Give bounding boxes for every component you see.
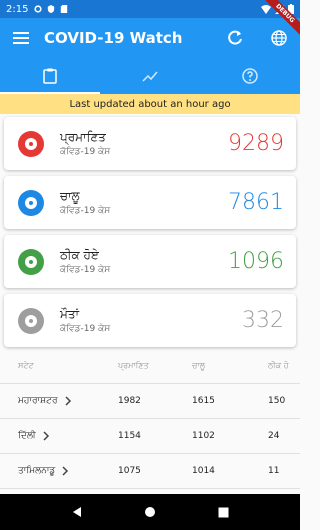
- card-label: ਚਾਲੂ: [60, 189, 80, 203]
- cell-confirmed: 1154: [118, 431, 141, 441]
- header-state[interactable]: ਸਟੇਟ: [0, 361, 118, 371]
- card-sublabel: ਕੋਵਿਡ-19 ਕੇਸ: [60, 324, 111, 334]
- recovered-card[interactable]: ਠੀਕ ਹੋਏ ਕੋਵਿਡ-19 ਕੇਸ 1096: [4, 235, 296, 288]
- recents-icon[interactable]: [218, 507, 229, 518]
- table-row[interactable]: ਦਿੱਲੀ 1154 1102 24: [0, 419, 300, 454]
- deaths-count: 332: [242, 308, 284, 333]
- table-header: ਸਟੇਟ ਪ੍ਰਮਾਣਿਤ ਚਾਲੂ ਠੀਕ ਹੋ: [0, 348, 300, 384]
- shield-status-icon: [48, 5, 55, 13]
- deaths-icon: [18, 307, 44, 334]
- back-icon[interactable]: [71, 506, 83, 518]
- header-recovered[interactable]: ਠੀਕ ਹੋ: [268, 361, 300, 371]
- menu-button[interactable]: [12, 29, 30, 47]
- state-name: ਦਿੱਲੀ: [18, 431, 36, 441]
- confirmed-icon: [18, 130, 44, 157]
- cell-active: 1615: [192, 396, 215, 406]
- cell-recovered: 11: [268, 466, 280, 476]
- clipboard-icon: [43, 68, 57, 84]
- card-label: ਮੌਤਾਂ: [60, 307, 79, 321]
- home-icon[interactable]: [144, 506, 156, 518]
- active-icon: [18, 189, 44, 216]
- cell-confirmed: 1982: [118, 396, 141, 406]
- card-sublabel: ਕੋਵਿਡ-19 ਕੇਸ: [60, 147, 111, 157]
- state-name: ਤਾਮਿਲਨਾਡੂ: [18, 466, 56, 476]
- language-button[interactable]: [270, 29, 288, 47]
- system-nav-bar: [0, 494, 300, 530]
- trending-icon: [142, 71, 158, 82]
- card-sublabel: ਕੋਵਿਡ-19 ਕੇਸ: [60, 265, 111, 275]
- header-active[interactable]: ਚਾਲੂ: [192, 361, 268, 371]
- wifi-icon: [261, 4, 271, 14]
- status-bar: 2:15: [0, 0, 300, 18]
- cell-active: 1014: [192, 466, 215, 476]
- cell-confirmed: 1075: [118, 466, 141, 476]
- cell-recovered: 24: [268, 431, 280, 441]
- confirmed-count: 9289: [228, 131, 284, 156]
- last-updated-banner: Last updated about an hour ago: [0, 94, 300, 114]
- confirmed-card[interactable]: ਪ੍ਰਮਾਣਿਤ ਕੋਵਿਡ-19 ਕੇਸ 9289: [4, 117, 296, 170]
- tab-summary[interactable]: [0, 58, 100, 94]
- active-count: 7861: [228, 190, 284, 215]
- table-row[interactable]: ਮਹਾਰਾਸ਼ਟਰ 1982 1615 150: [0, 384, 300, 419]
- recovered-count: 1096: [228, 249, 284, 274]
- app-bar: COVID-19 Watch: [0, 18, 300, 58]
- cell-recovered: 150: [268, 396, 286, 406]
- stats-cards: ਪ੍ਰਮਾਣਿਤ ਕੋਵਿਡ-19 ਕੇਸ 9289 ਚਾਲੂ ਕੋਵਿਡ-19…: [4, 117, 296, 353]
- tab-trends[interactable]: [100, 58, 200, 94]
- chevron-right-icon: [62, 466, 69, 476]
- header-confirmed[interactable]: ਪ੍ਰਮਾਣਿਤ: [118, 361, 192, 371]
- deaths-card[interactable]: ਮੌਤਾਂ ਕੋਵਿਡ-19 ਕੇਸ 332: [4, 294, 296, 347]
- menu-icon: [13, 32, 29, 44]
- table-row[interactable]: ਤਾਮਿਲਨਾਡੂ 1075 1014 11: [0, 454, 300, 489]
- card-label: ਠੀਕ ਹੋਏ: [60, 248, 99, 262]
- globe-icon: [271, 30, 287, 46]
- state-name: ਮਹਾਰਾਸ਼ਟਰ: [18, 396, 58, 406]
- tab-help[interactable]: [200, 58, 300, 94]
- sd-card-status-icon: [61, 5, 68, 13]
- active-card[interactable]: ਚਾਲੂ ਕੋਵਿਡ-19 ਕੇਸ 7861: [4, 176, 296, 229]
- card-sublabel: ਕੋਵਿਡ-19 ਕੇਸ: [60, 206, 111, 216]
- cell-active: 1102: [192, 431, 215, 441]
- cell-signal-icon: [275, 4, 284, 14]
- tab-bar: [0, 58, 300, 94]
- chevron-right-icon: [43, 431, 49, 441]
- app-title: COVID-19 Watch: [44, 29, 183, 47]
- status-time: 2:15: [6, 3, 29, 15]
- chevron-right-icon: [65, 396, 71, 406]
- battery-icon: [288, 4, 294, 14]
- card-label: ਪ੍ਰਮਾਣਿਤ: [60, 130, 106, 144]
- settings-status-icon: [34, 5, 43, 13]
- refresh-button[interactable]: [226, 29, 244, 47]
- state-table: ਸਟੇਟ ਪ੍ਰਮਾਣਿਤ ਚਾਲੂ ਠੀਕ ਹੋ ਮਹਾਰਾਸ਼ਟਰ 1982…: [0, 348, 300, 489]
- refresh-icon: [228, 30, 242, 45]
- recovered-icon: [18, 248, 44, 275]
- help-icon: [242, 68, 258, 84]
